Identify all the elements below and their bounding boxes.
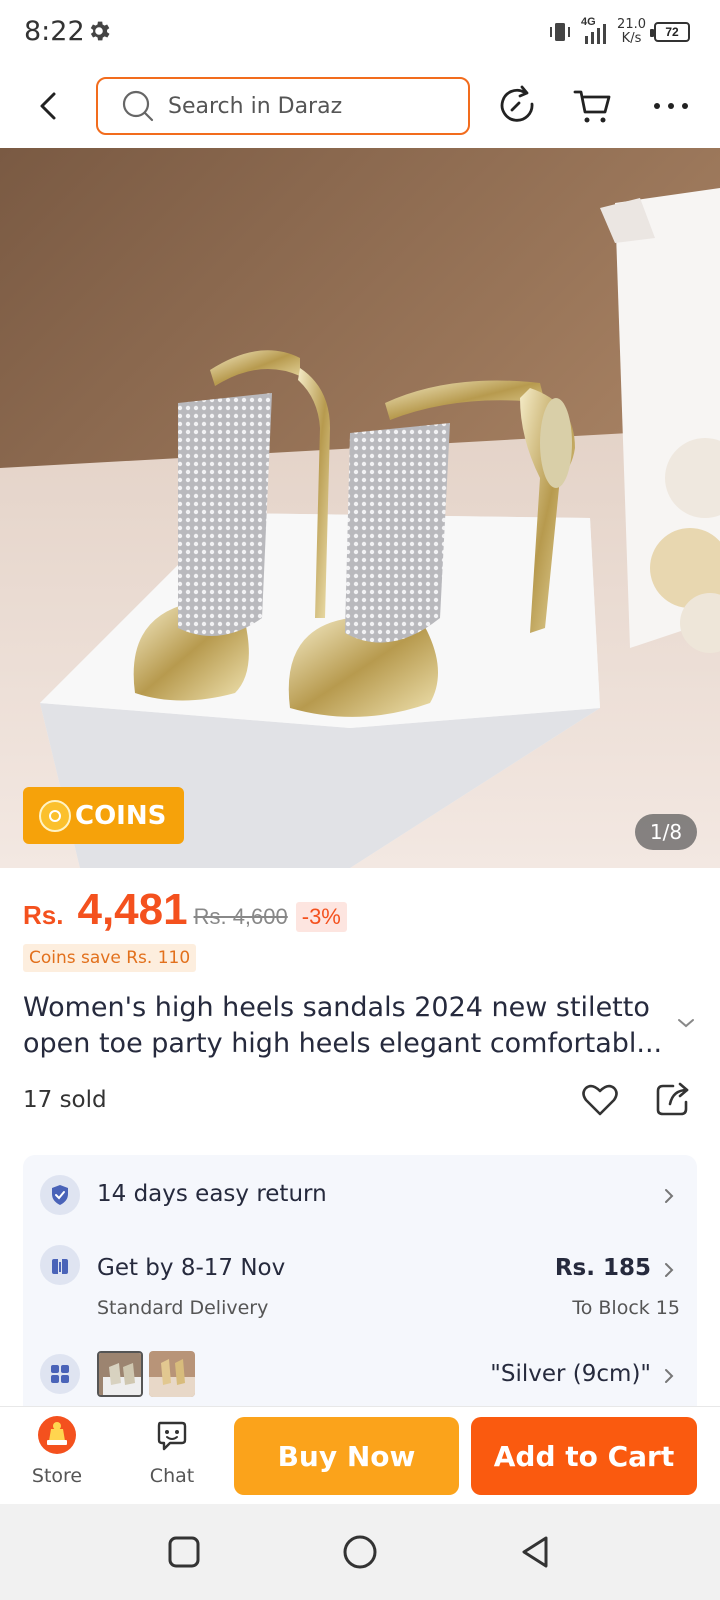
chevron-right-icon: [665, 1189, 674, 1203]
selected-variant: "Silver (9cm)": [490, 1361, 651, 1387]
chevron-down-icon[interactable]: [676, 1016, 696, 1030]
bottom-action-bar: Store Chat Buy Now Add to Cart: [0, 1406, 720, 1504]
search-placeholder: Search in Daraz: [168, 93, 343, 119]
shield-check-icon: [40, 1175, 80, 1215]
delivery-destination: To Block 15: [572, 1297, 680, 1319]
variant-thumbnail[interactable]: [149, 1351, 195, 1397]
product-title[interactable]: Women's high heels sandals 2024 new stil…: [23, 990, 673, 1062]
speed-unit: K/s: [621, 31, 642, 46]
coin-icon: [39, 799, 71, 832]
chat-label: Chat: [149, 1465, 195, 1487]
store-icon: [38, 1416, 76, 1454]
chevron-right-icon: [665, 1263, 674, 1277]
current-price: 4,481: [77, 885, 188, 934]
vibrate-icon: [550, 23, 571, 41]
chat-icon: [157, 1421, 187, 1451]
search-input[interactable]: Search in Daraz: [96, 77, 470, 135]
grid-icon: [40, 1354, 80, 1394]
back-nav-icon[interactable]: [516, 1532, 556, 1572]
home-icon[interactable]: [340, 1532, 380, 1572]
delivery-type: Standard Delivery: [97, 1297, 269, 1319]
more-icon[interactable]: [649, 84, 693, 128]
original-price: Rs. 4,600: [193, 904, 288, 929]
top-header: Search in Daraz: [0, 64, 720, 148]
refresh-icon[interactable]: [496, 84, 540, 128]
share-icon[interactable]: [653, 1080, 691, 1118]
search-icon: [122, 90, 154, 122]
variant-thumbnail[interactable]: [97, 1351, 143, 1397]
cart-icon[interactable]: [572, 84, 616, 128]
system-nav-bar: [0, 1504, 720, 1600]
store-label: Store: [31, 1465, 83, 1487]
signal-indicator: 4G: [581, 16, 609, 46]
delivery-box-icon: [40, 1245, 80, 1285]
coins-label: COINS: [75, 800, 167, 831]
coins-save-tag: Coins save Rs. 110: [23, 944, 197, 972]
add-to-cart-button[interactable]: Add to Cart: [471, 1417, 697, 1495]
back-icon[interactable]: [32, 86, 68, 126]
network-speed: 21.0 K/s: [617, 18, 646, 46]
battery-icon: 72: [650, 22, 690, 42]
price-row: Rs. 4,481 Rs. 4,600 -3%: [23, 885, 347, 941]
heart-icon[interactable]: [580, 1080, 620, 1120]
sandals-photo: [0, 148, 720, 868]
image-page-indicator: 1/8: [635, 814, 697, 850]
coins-badge: COINS: [23, 787, 184, 844]
recents-icon[interactable]: [164, 1532, 204, 1572]
status-time: 8:22: [24, 16, 85, 47]
service-info-card: 14 days easy return Get by 8-17 Nov Stan…: [23, 1155, 697, 1425]
speed-value: 21.0: [617, 17, 646, 32]
delivery-date: Get by 8-17 Nov: [97, 1255, 286, 1281]
discount-badge: -3%: [295, 902, 347, 932]
settings-gear-icon: [90, 21, 110, 41]
product-image[interactable]: [0, 148, 720, 868]
return-label: 14 days easy return: [97, 1181, 327, 1207]
signal-icon: [585, 24, 607, 44]
chat-button[interactable]: Chat: [127, 1415, 217, 1499]
price-currency: Rs.: [23, 900, 64, 930]
buy-now-button[interactable]: Buy Now: [234, 1417, 459, 1495]
delivery-fee: Rs. 185: [554, 1255, 651, 1281]
status-bar: 8:22 4G 21.0 K/s 72: [0, 0, 720, 64]
battery-level: 72: [665, 25, 679, 39]
sold-count: 17 sold: [23, 1087, 107, 1113]
store-button[interactable]: Store: [12, 1415, 102, 1499]
chevron-right-icon: [665, 1369, 674, 1383]
